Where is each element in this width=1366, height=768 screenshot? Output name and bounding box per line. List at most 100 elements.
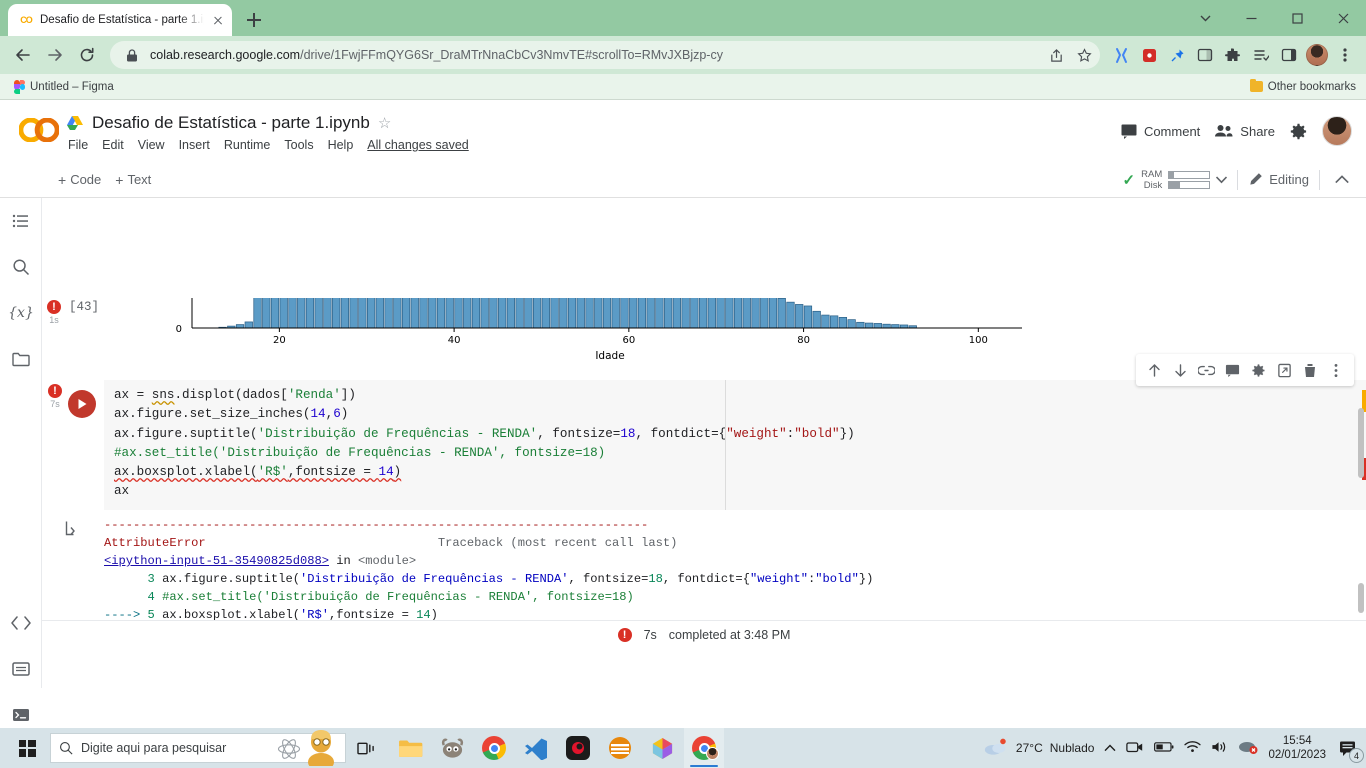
lastpass-extension-icon[interactable] [1136,42,1162,68]
share-page-icon[interactable] [1046,45,1066,65]
menu-runtime[interactable]: Runtime [224,138,271,152]
extensions-puzzle-icon[interactable] [1220,42,1246,68]
notebook-scroll-area[interactable]: ! 1s [43] 0 20 40 60 80 100 Idade ! 7s a… [42,298,1366,620]
bookmark-label: Untitled – Figma [30,80,114,93]
clock[interactable]: 15:54 02/01/2023 [1268,734,1326,762]
taskbar-search[interactable]: Digite aqui para pesquisar [50,730,346,768]
disk-bar [1168,180,1211,189]
sidepanel-extension-icon[interactable] [1192,42,1218,68]
vscode-icon[interactable] [516,728,556,768]
settings-button[interactable] [1289,122,1308,141]
user-avatar[interactable] [1322,116,1352,146]
run-cell-button[interactable] [68,390,96,418]
drive-icon [66,115,84,131]
code-text[interactable]: ax = sns.displot(dados['Renda']) ax.figu… [104,380,1366,510]
file-explorer-icon[interactable] [390,728,430,768]
gimp-icon[interactable] [432,728,472,768]
resource-monitor[interactable]: ✓ RAM Disk [1123,169,1228,191]
close-icon[interactable] [210,12,226,28]
svg-text:40: 40 [448,335,461,346]
add-text-cell-button[interactable]: + Text [115,172,151,188]
forward-icon[interactable] [40,40,70,70]
execution-count: [43] [68,300,99,314]
unity-icon[interactable] [642,728,682,768]
search-icon[interactable] [0,244,42,290]
save-status[interactable]: All changes saved [367,138,468,152]
editing-mode-button[interactable]: Editing [1248,172,1309,187]
svg-text:80: 80 [797,335,810,346]
show-hidden-icons-chevron-icon[interactable] [1104,741,1116,755]
toc-icon[interactable] [0,198,42,244]
close-window-icon[interactable] [1320,0,1366,36]
volume-icon[interactable] [1211,740,1228,757]
menu-tools[interactable]: Tools [284,138,313,152]
star-icon[interactable]: ☆ [378,114,391,132]
browser-tab[interactable]: CO Desafio de Estatística - parte 1.ip [8,4,232,36]
obs-icon[interactable] [558,728,598,768]
reading-list-icon[interactable] [1248,42,1274,68]
cell-settings-icon[interactable] [1246,358,1270,382]
chrome-menu-chevron-icon[interactable] [1182,0,1228,36]
profile-avatar[interactable] [1304,42,1330,68]
start-button[interactable] [4,728,50,768]
share-button[interactable]: Share [1214,123,1275,139]
weather-widget[interactable]: 27°C Nublado [983,737,1094,760]
notifications-button[interactable]: 4 [1336,735,1364,763]
other-bookmarks-label: Other bookmarks [1267,80,1356,93]
bookmark-star-icon[interactable] [1074,45,1094,65]
notification-count: 4 [1349,748,1364,763]
error-status-icon: ! [617,627,632,642]
chrome-menu-icon[interactable] [1332,42,1358,68]
wifi-icon[interactable] [1184,740,1202,756]
chrome-icon[interactable] [474,728,514,768]
code-cell: ! 7s ax = sns.displot(dados['Renda']) ax… [42,354,1366,620]
colab-menubar: File Edit View Insert Runtime Tools Help… [66,138,469,152]
sidebar-toggle-icon[interactable] [1276,42,1302,68]
other-bookmarks-button[interactable]: Other bookmarks [1249,78,1356,93]
menu-view[interactable]: View [138,138,165,152]
delete-cell-icon[interactable] [1298,358,1322,382]
task-view-button[interactable] [346,728,386,768]
back-icon[interactable] [8,40,38,70]
meet-now-icon[interactable] [1126,740,1144,757]
move-cell-down-icon[interactable] [1168,358,1192,382]
colab-app: Desafio de Estatística - parte 1.ipynb ☆… [0,100,1366,721]
address-bar[interactable]: colab.research.google.com/drive/1FwjFFmQ… [110,41,1100,69]
files-icon[interactable] [0,336,42,382]
more-options-icon[interactable] [1324,358,1348,382]
add-comment-icon[interactable] [1220,358,1244,382]
menu-insert[interactable]: Insert [179,138,210,152]
add-code-cell-button[interactable]: + Code [58,172,101,188]
reload-icon[interactable] [72,40,102,70]
menu-file[interactable]: File [68,138,88,152]
tab-strip: CO Desafio de Estatística - parte 1.ip [0,0,1366,36]
pin-extension-icon[interactable] [1164,42,1190,68]
variables-icon[interactable]: {x} [0,290,42,336]
menu-help[interactable]: Help [328,138,354,152]
jupyter-icon[interactable] [600,728,640,768]
network-error-icon[interactable] [1238,739,1258,757]
maximize-icon[interactable] [1274,0,1320,36]
cortana-character-icon [303,728,339,768]
chrome-active-icon[interactable] [684,728,724,768]
collapse-header-icon[interactable] [1330,168,1354,192]
colab-logo-icon[interactable] [12,108,66,142]
comment-button[interactable]: Comment [1120,122,1200,140]
colab-extension-icon[interactable] [1108,42,1134,68]
minimize-icon[interactable] [1228,0,1274,36]
menu-edit[interactable]: Edit [102,138,124,152]
notebook-scrollbar[interactable] [1356,298,1366,620]
error-type: AttributeError [104,535,206,550]
mirror-cell-icon[interactable] [1272,358,1296,382]
code-snippets-icon[interactable] [0,600,42,646]
bookmark-item-figma[interactable]: Untitled – Figma [10,78,118,96]
comment-label: Comment [1143,123,1201,139]
people-icon [1215,125,1233,137]
notebook-actionbar: + Code + Text ✓ RAM Disk Editing [0,162,1366,198]
code-editor[interactable]: ax = sns.displot(dados['Renda']) ax.figu… [104,380,1366,510]
terminal-panel-icon[interactable] [0,646,42,692]
move-cell-up-icon[interactable] [1142,358,1166,382]
link-to-cell-icon[interactable] [1194,358,1218,382]
new-tab-button[interactable] [240,6,268,34]
battery-icon[interactable] [1154,741,1174,756]
